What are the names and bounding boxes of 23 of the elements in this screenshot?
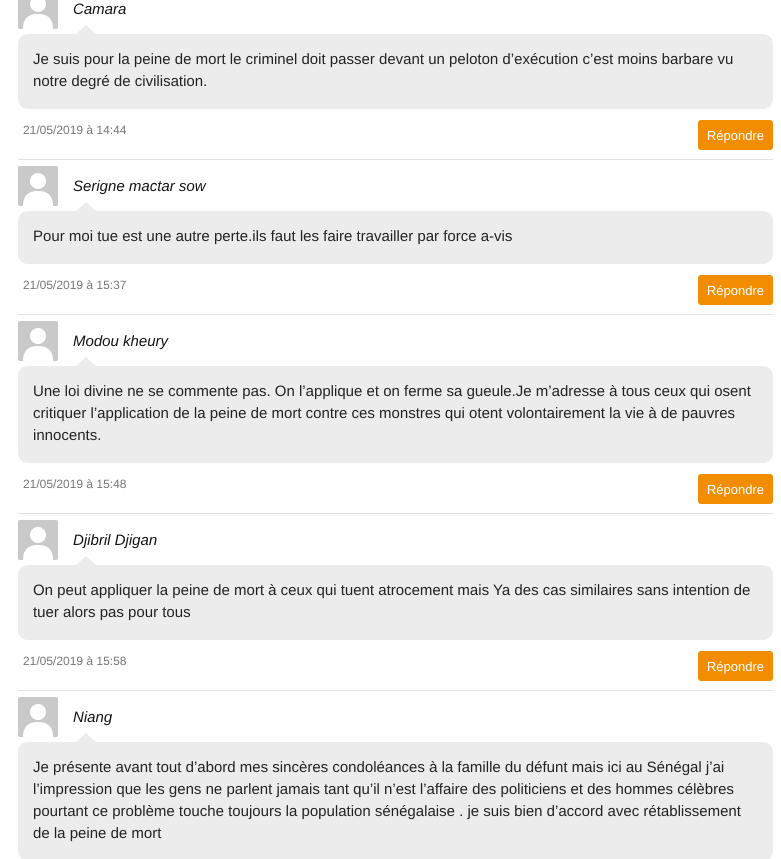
avatar-icon xyxy=(18,697,58,737)
author-name: Serigne mactar sow xyxy=(73,178,206,194)
comment-text: Je présente avant tout d’abord mes sincères condoléances à la famille du défunt mais ici au Sénégal j’ai l’impression que les gens ne parlent jamais tant qu’il n’est l’affaire des politiciens et des hommes célèbres pourtant ce problème touche toujours la population sénégalaise . je suis bien d’accord avec rétablissement de la peine de mort xyxy=(33,758,742,844)
comment-date: 21/05/2019 à 14:44 xyxy=(23,123,126,137)
avatar-icon xyxy=(18,166,58,206)
author-name: Niang xyxy=(73,708,112,726)
comment-text: On peut appliquer la peine de mort à ceux qui tuent atrocement mais Ya des cas similaires sans intention de tuer alors pas pour tous xyxy=(33,581,752,623)
avatar-icon xyxy=(18,0,58,29)
reply-button[interactable]: Répondre xyxy=(698,275,773,305)
comment-date: 21/05/2019 à 15:58 xyxy=(23,654,126,668)
reply-button[interactable]: Répondre xyxy=(698,474,773,504)
author-name: Djibril Djigan xyxy=(73,532,158,548)
reply-button[interactable]: Répondre xyxy=(698,651,773,681)
reply-button[interactable]: Répondre xyxy=(698,120,773,150)
avatar-icon xyxy=(18,520,58,560)
author-name: Modou kheury xyxy=(73,332,168,350)
comment-date: 21/05/2019 à 15:37 xyxy=(23,278,126,292)
comment-text: Pour moi tue est une autre perte.ils faut les faire travailler par force a-vis xyxy=(33,227,514,247)
comment-text: Une loi divine ne se commente pas. On l’applique et on ferme sa gueule.Je m’adresse à tous ceux qui osent critiquer l’application de la peine de mort contre ces monstres qui otent volontairement la vie à de pauvres innocents. xyxy=(33,382,752,446)
comment-text: Je suis pour la peine de mort le criminel doit passer devant un peloton d’exécution c’est moins barbare vu notre degré de civilisation. xyxy=(33,50,734,92)
comment-date: 21/05/2019 à 15:48 xyxy=(23,477,126,491)
author-name: Camara xyxy=(73,0,126,18)
avatar-icon xyxy=(18,321,58,361)
